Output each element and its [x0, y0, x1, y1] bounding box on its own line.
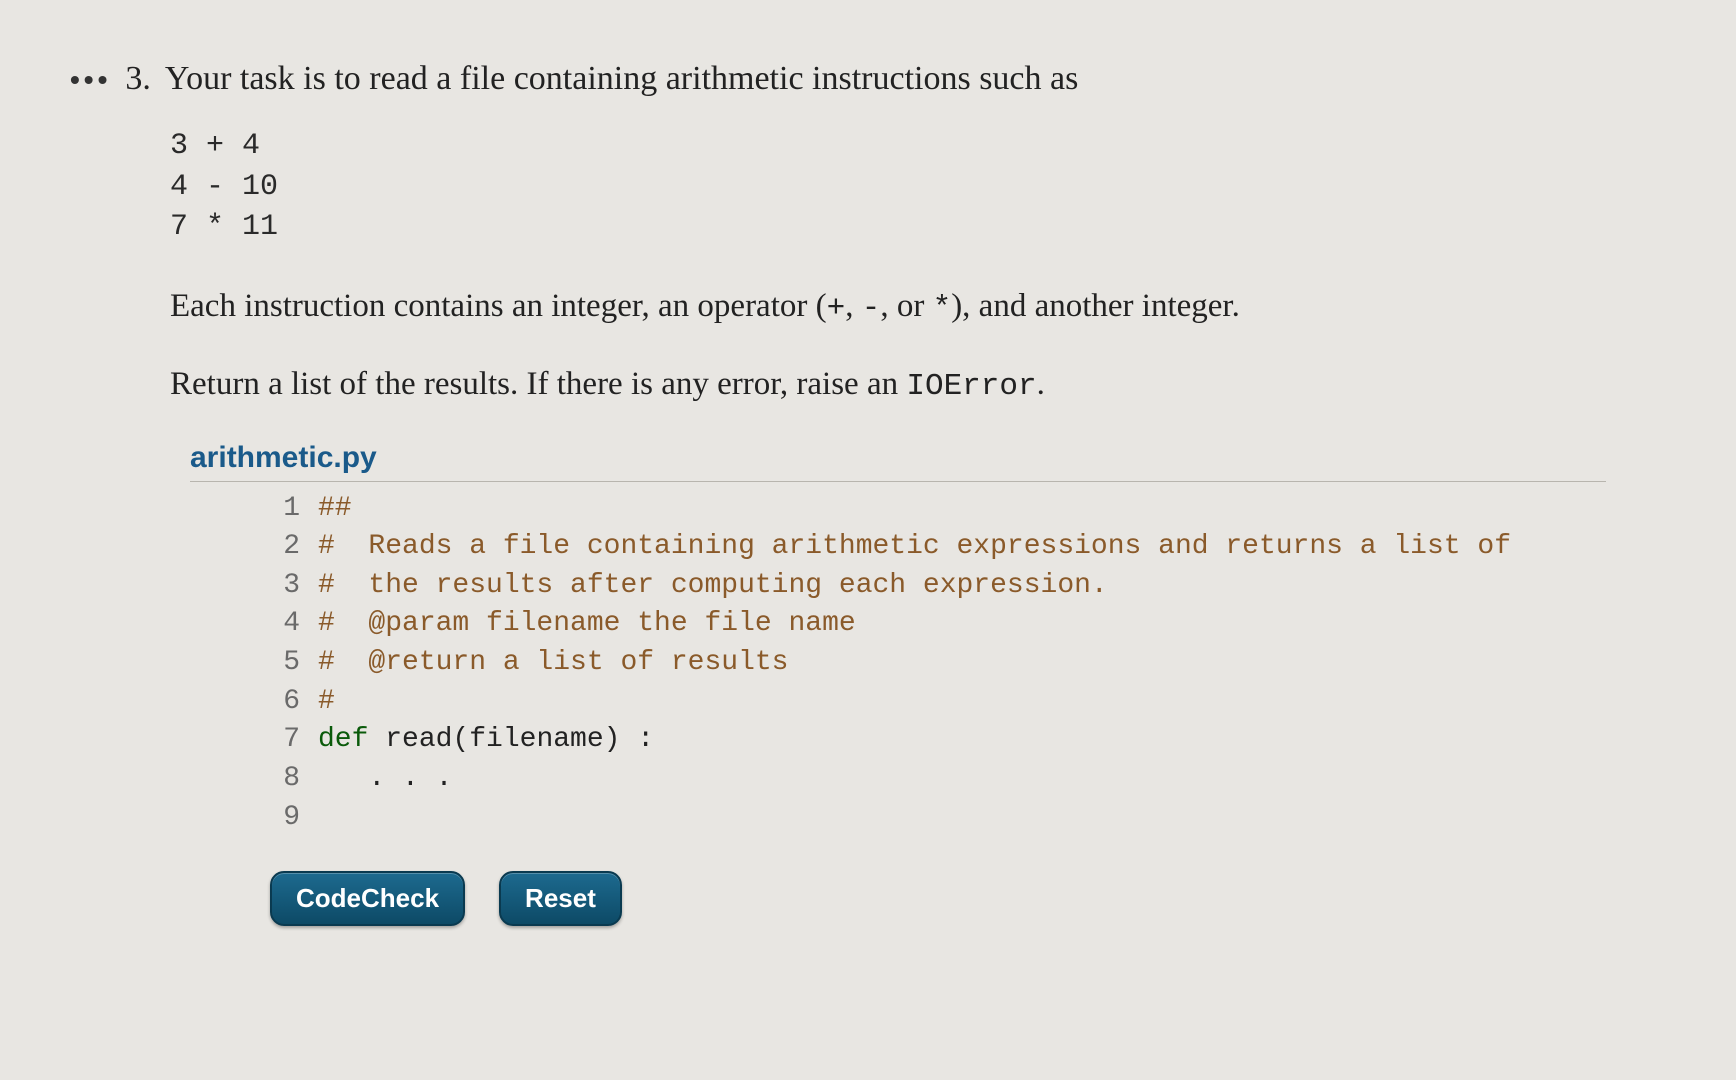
desc-text: Return a list of the results. If there i…: [170, 366, 906, 402]
code-line: 8 . . .: [190, 760, 1606, 799]
line-number: 5: [190, 644, 318, 683]
code-line: 9: [190, 799, 1606, 838]
line-number: 7: [190, 721, 318, 760]
example-line: 3 + 4: [170, 129, 260, 163]
code-line: 2# Reads a file containing arithmetic ex…: [190, 528, 1606, 567]
code-text[interactable]: ##: [318, 490, 1606, 529]
line-number: 1: [190, 490, 318, 529]
code-text[interactable]: # @param filename the file name: [318, 605, 1606, 644]
code-line: 6#: [190, 683, 1606, 722]
line-number: 4: [190, 605, 318, 644]
example-line: 7 * 11: [170, 210, 278, 244]
page: ••• 3. Your task is to read a file conta…: [0, 0, 1736, 986]
question-number: 3.: [125, 60, 151, 98]
line-number: 6: [190, 683, 318, 722]
difficulty-bullets: •••: [70, 64, 111, 96]
code-text[interactable]: # Reads a file containing arithmetic exp…: [318, 528, 1606, 567]
button-row: CodeCheck Reset: [270, 871, 1666, 926]
desc-text: .: [1037, 366, 1045, 402]
codecheck-button[interactable]: CodeCheck: [270, 871, 465, 926]
desc-text: ), and another integer.: [951, 288, 1240, 324]
op-plus: +: [827, 291, 846, 326]
instruction-description: Each instruction contains an integer, an…: [170, 282, 1666, 333]
question-intro: Your task is to read a file containing a…: [165, 60, 1078, 98]
code-line: 3# the results after computing each expr…: [190, 567, 1606, 606]
reset-button[interactable]: Reset: [499, 871, 622, 926]
example-line: 4 - 10: [170, 170, 278, 204]
code-text[interactable]: def read(filename) :: [318, 721, 1606, 760]
code-text[interactable]: [318, 799, 1606, 838]
code-text[interactable]: #: [318, 683, 1606, 722]
file-name-label: arithmetic.py: [190, 441, 1666, 475]
line-number: 2: [190, 528, 318, 567]
desc-text: Each instruction contains an integer, an…: [170, 288, 827, 324]
code-line: 1##: [190, 490, 1606, 529]
line-number: 3: [190, 567, 318, 606]
line-number: 8: [190, 760, 318, 799]
example-block: 3 + 4 4 - 10 7 * 11: [170, 126, 1666, 248]
code-line: 4# @param filename the file name: [190, 605, 1606, 644]
code-line: 7def read(filename) :: [190, 721, 1606, 760]
code-text[interactable]: # @return a list of results: [318, 644, 1606, 683]
result-description: Return a list of the results. If there i…: [170, 360, 1666, 411]
op-minus: -: [862, 291, 881, 326]
code-text[interactable]: # the results after computing each expre…: [318, 567, 1606, 606]
op-star: *: [933, 291, 952, 326]
code-text[interactable]: . . .: [318, 760, 1606, 799]
code-editor[interactable]: 1##2# Reads a file containing arithmetic…: [190, 481, 1606, 838]
problem-header: ••• 3. Your task is to read a file conta…: [70, 60, 1666, 98]
desc-text: ,: [845, 288, 862, 324]
ioerror-code: IOError: [906, 369, 1036, 404]
line-number: 9: [190, 799, 318, 838]
desc-text: , or: [880, 288, 932, 324]
code-line: 5# @return a list of results: [190, 644, 1606, 683]
